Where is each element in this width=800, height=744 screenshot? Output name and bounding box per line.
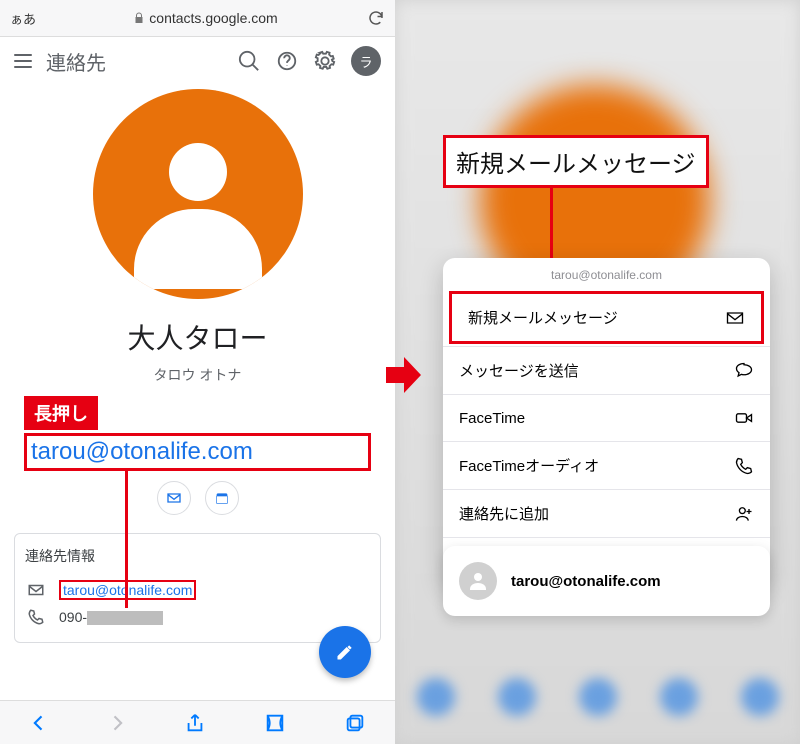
- annotation-connector-line: [125, 470, 128, 608]
- menu-item-facetime-audio[interactable]: FaceTimeオーディオ: [443, 441, 770, 489]
- mail-icon: [725, 308, 745, 328]
- email-action-button[interactable]: [157, 481, 191, 515]
- mail-icon: [27, 581, 45, 599]
- contact-avatar: [93, 89, 303, 299]
- forward-icon: [107, 713, 127, 733]
- avatar-icon: [459, 562, 497, 600]
- blurred-dock: [395, 670, 800, 724]
- edit-fab[interactable]: [319, 626, 371, 678]
- annotation-email-highlight: tarou@otonalife.com: [24, 433, 371, 471]
- app-title: 連絡先: [46, 47, 223, 76]
- menu-header: tarou@otonalife.com: [443, 258, 770, 292]
- contact-sub: タロウ オトナ: [154, 365, 242, 385]
- bookmarks-icon[interactable]: [264, 712, 286, 734]
- menu-item-add-contact[interactable]: 連絡先に追加: [443, 489, 770, 537]
- menu-item-send-message[interactable]: メッセージを送信: [443, 346, 770, 394]
- info-email-row[interactable]: tarou@otonalife.com: [25, 576, 370, 604]
- app-header: 連絡先 ラ: [0, 37, 395, 85]
- email-card-text: tarou@otonalife.com: [511, 573, 661, 590]
- contact-info-card: 連絡先情報 tarou@otonalife.com 090-: [14, 533, 381, 643]
- video-icon: [734, 408, 754, 428]
- contact-hero: 大人タロー タロウ オトナ: [0, 85, 395, 393]
- contact-add-icon: [734, 504, 754, 524]
- safari-toolbar: [0, 700, 395, 744]
- safari-address-bar: ぁあ contacts.google.com: [0, 0, 395, 37]
- menu-item-facetime[interactable]: FaceTime: [443, 394, 770, 441]
- chat-icon: [734, 361, 754, 381]
- settings-icon[interactable]: [313, 49, 337, 73]
- tabs-icon[interactable]: [344, 712, 366, 734]
- contact-email-large[interactable]: tarou@otonalife.com: [31, 438, 253, 465]
- phone-icon: [27, 608, 45, 626]
- share-icon[interactable]: [184, 712, 206, 734]
- arrow-annotation: [386, 355, 421, 395]
- info-phone-row[interactable]: 090-: [25, 604, 370, 630]
- url-display[interactable]: contacts.google.com: [44, 10, 367, 26]
- menu-icon[interactable]: [14, 54, 32, 68]
- quick-actions: [0, 481, 395, 515]
- email-preview-card[interactable]: tarou@otonalife.com: [443, 546, 770, 616]
- calendar-action-button[interactable]: [205, 481, 239, 515]
- phone-icon: [734, 456, 754, 476]
- left-screenshot: ぁあ contacts.google.com 連絡先 ラ 大人タロー タロウ オ…: [0, 0, 395, 744]
- lock-icon: [133, 12, 145, 24]
- reload-icon[interactable]: [367, 9, 385, 27]
- phone-redacted: [87, 611, 163, 625]
- search-icon[interactable]: [237, 49, 261, 73]
- menu-item-new-mail[interactable]: 新規メールメッセージ: [449, 291, 764, 344]
- context-menu: tarou@otonalife.com 新規メールメッセージ メッセージを送信 …: [443, 258, 770, 585]
- account-avatar[interactable]: ラ: [351, 46, 381, 76]
- info-card-title: 連絡先情報: [25, 546, 370, 566]
- right-screenshot: 新規メールメッセージ tarou@otonalife.com 新規メールメッセー…: [395, 0, 800, 744]
- annotation-longpress-label: 長押し: [24, 396, 98, 430]
- help-icon[interactable]: [275, 49, 299, 73]
- annotation-callout: 新規メールメッセージ: [443, 135, 709, 188]
- contact-name: 大人タロー: [127, 317, 267, 357]
- text-size-button[interactable]: ぁあ: [10, 9, 36, 28]
- back-icon[interactable]: [29, 713, 49, 733]
